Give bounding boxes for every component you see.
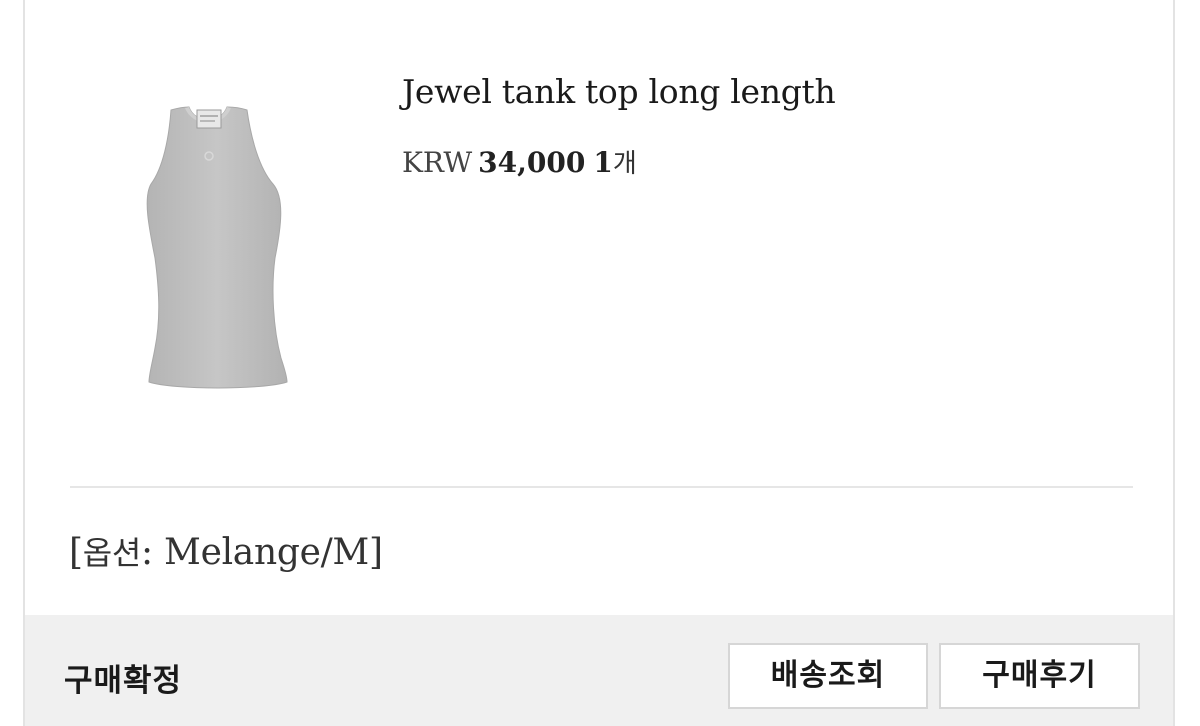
price-line: KRW 34,000 1개: [402, 143, 637, 180]
write-review-button[interactable]: 구매후기: [939, 643, 1140, 709]
order-status-label: 구매확정: [64, 663, 183, 699]
quantity-value: 1: [593, 146, 613, 179]
order-footer-bar: 구매확정 배송조회 구매후기: [25, 615, 1173, 726]
order-item-page: Jewel tank top long length KRW 34,000 1개 […: [0, 0, 1200, 726]
delivery-tracking-button[interactable]: 배송조회: [728, 643, 928, 709]
option-value: Melange/M: [164, 532, 369, 573]
option-close-bracket: ]: [368, 532, 383, 573]
product-name[interactable]: Jewel tank top long length: [402, 72, 836, 111]
option-text: [옵션: Melange/M]: [69, 528, 383, 574]
quantity-unit: 개: [612, 149, 637, 179]
tank-top-image: [146, 106, 288, 389]
order-item-card: Jewel tank top long length KRW 34,000 1개 […: [23, 0, 1175, 726]
option-open-bracket: [: [69, 532, 83, 573]
price-amount: 34,000: [478, 146, 586, 179]
option-separator: :: [141, 532, 165, 573]
divider: [70, 486, 1133, 488]
price-currency: KRW: [402, 146, 473, 179]
option-label: 옵션: [82, 534, 142, 572]
product-thumbnail[interactable]: [123, 98, 295, 398]
